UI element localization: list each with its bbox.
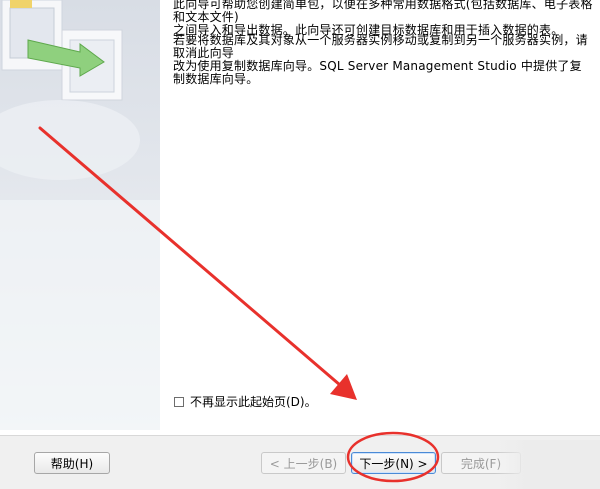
wizard-side-panel [0,0,160,430]
dont-show-again-row[interactable]: 不再显示此起始页(D)。 [174,393,317,410]
next-button[interactable]: 下一步(N) > [351,452,436,474]
import-export-wizard: 此向导可帮助您创建简单包，以便在多种常用数据格式(包括数据库、电子表格和文本文件… [0,0,600,489]
copy-database-paragraph: 若要将数据库及其对象从一个服务器实例移动或复制到另一个服务器实例，请取消此向导 … [173,33,588,86]
import-export-graphic-icon [0,0,160,430]
annotation-arrowhead-icon [330,374,357,400]
help-button[interactable]: 帮助(H) [34,452,110,474]
blurred-corner [495,440,600,489]
intro-paragraph: 此向导可帮助您创建简单包，以便在多种常用数据格式(包括数据库、电子表格和文本文件… [173,0,593,37]
dont-show-again-label[interactable]: 不再显示此起始页(D)。 [190,393,317,410]
back-button[interactable]: < 上一步(B) [261,452,346,474]
dont-show-again-checkbox[interactable] [174,396,184,407]
